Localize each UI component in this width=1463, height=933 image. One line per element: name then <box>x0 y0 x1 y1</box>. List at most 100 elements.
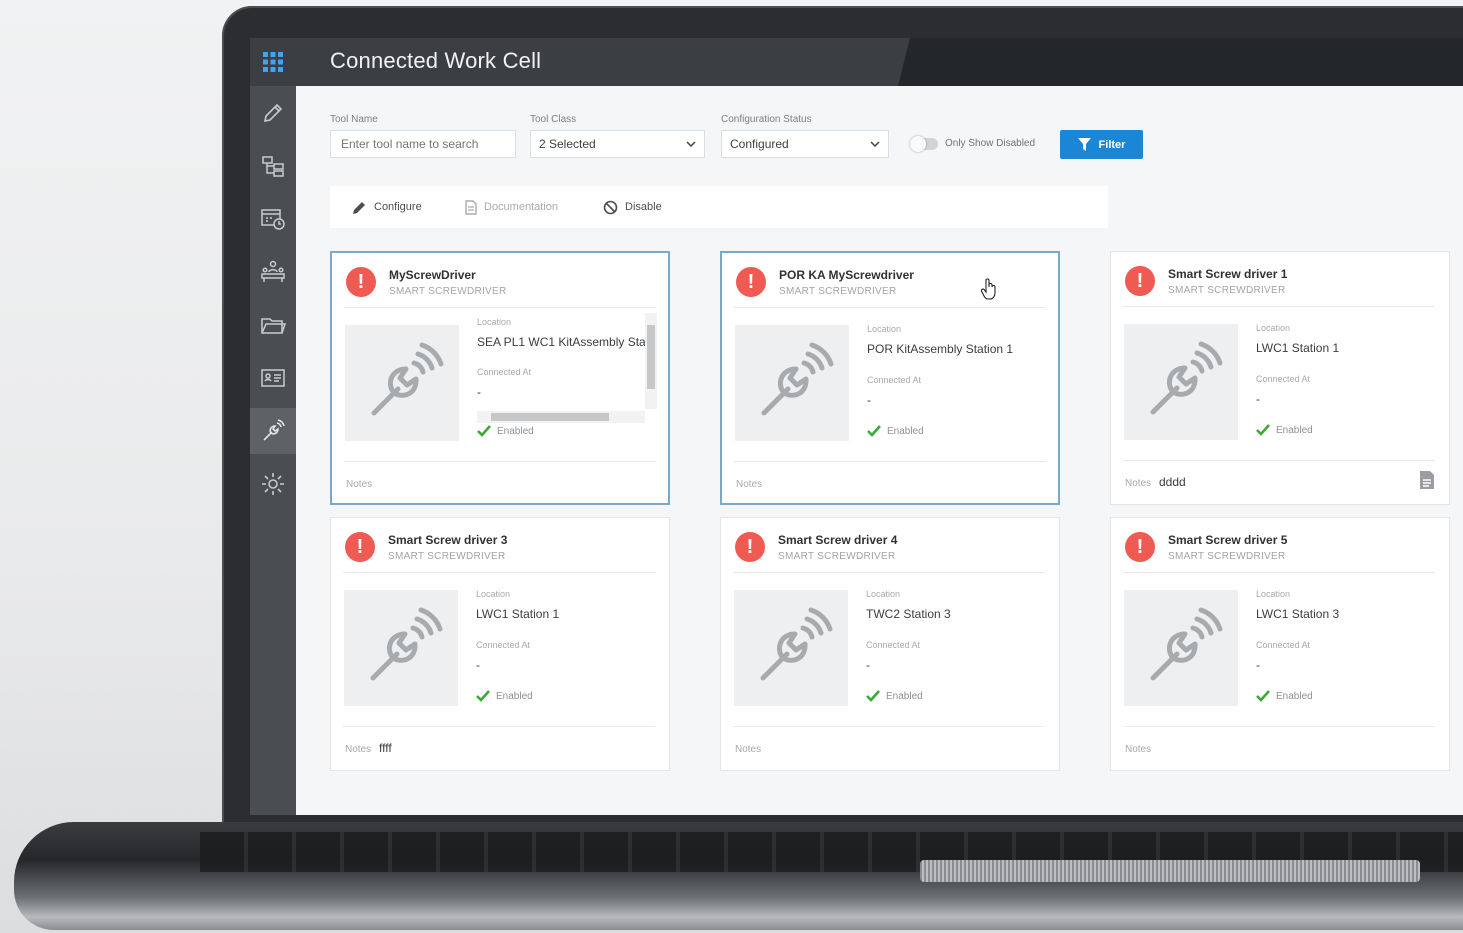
smart-tool-icon <box>263 419 285 441</box>
tool-card[interactable]: ! Smart Screw driver 4 SMART SCREWDRIVER Lo… <box>720 517 1060 771</box>
tool-class-value: 2 Selected <box>539 137 596 151</box>
check-icon <box>1256 690 1270 702</box>
top-bar: Connected Work Cell <box>250 38 1463 86</box>
notes-label: Notes <box>345 744 372 755</box>
smart-tool-image <box>345 325 459 441</box>
card-divider <box>344 461 656 462</box>
tool-name: POR KA MyScrewdriver <box>779 268 914 282</box>
enabled-label: Enabled <box>1276 690 1313 702</box>
tool-name-label: Tool Name <box>330 114 378 125</box>
tool-name: Smart Screw driver 1 <box>1168 267 1288 281</box>
connected-at-value: - <box>866 658 870 672</box>
sidebar-item-edit[interactable] <box>250 90 296 136</box>
notes-label: Notes <box>346 479 373 490</box>
notes-value: ffff <box>379 741 392 755</box>
alert-icon: ! <box>346 267 376 297</box>
card-divider <box>734 307 1046 308</box>
location-value: TWC2 Station 3 <box>866 607 951 621</box>
card-divider <box>733 726 1045 727</box>
tool-class-select[interactable]: 2 Selected <box>530 130 705 158</box>
location-value: LWC1 Station 1 <box>1256 341 1340 355</box>
location-label: Location <box>1256 323 1291 333</box>
laptop-speaker-grille <box>920 860 1420 882</box>
tool-type: SMART SCREWDRIVER <box>389 286 507 297</box>
sidebar-item-id-card[interactable] <box>250 355 296 401</box>
notes-label: Notes <box>1125 478 1152 489</box>
tool-type: SMART SCREWDRIVER <box>388 551 506 562</box>
card-divider <box>343 726 655 727</box>
app-launcher-icon[interactable] <box>250 38 296 86</box>
sidebar-item-hierarchy[interactable] <box>250 143 296 189</box>
configure-action[interactable]: Configure <box>352 186 422 228</box>
horizontal-scrollbar[interactable] <box>477 411 645 423</box>
filter-icon <box>1077 138 1091 151</box>
card-divider <box>343 572 655 573</box>
enabled-status: Enabled <box>477 425 534 437</box>
connected-at-label: Connected At <box>477 367 532 377</box>
filter-button[interactable]: Filter <box>1060 130 1143 159</box>
card-divider <box>1123 306 1435 307</box>
location-value: LWC1 Station 1 <box>476 607 560 621</box>
check-icon <box>867 425 881 437</box>
location-value: LWC1 Station 3 <box>1256 607 1340 621</box>
location-label: Location <box>867 324 902 334</box>
sidebar-item-workstation[interactable] <box>250 249 296 295</box>
tool-card[interactable]: ! Smart Screw driver 1 SMART SCREWDRIVER Lo… <box>1110 251 1450 505</box>
sidebar-item-schedule[interactable] <box>250 196 296 242</box>
location-label: Location <box>1256 589 1291 599</box>
notes-value: dddd <box>1159 475 1186 489</box>
disable-action[interactable]: Disable <box>603 186 662 228</box>
only-show-disabled-toggle[interactable] <box>910 136 938 152</box>
connected-at-value: - <box>476 658 480 672</box>
enabled-status: Enabled <box>867 425 924 437</box>
tool-name-input[interactable] <box>330 130 516 158</box>
scrollbar-thumb[interactable] <box>647 325 655 389</box>
card-divider <box>734 461 1046 462</box>
smart-tool-image <box>1124 324 1238 440</box>
sidebar-item-folder[interactable] <box>250 302 296 348</box>
folder-icon <box>261 318 286 334</box>
location-label: Location <box>866 589 901 599</box>
enabled-status: Enabled <box>1256 424 1313 436</box>
tool-type: SMART SCREWDRIVER <box>1168 285 1286 296</box>
alert-icon: ! <box>1125 532 1155 562</box>
enabled-status: Enabled <box>476 690 533 702</box>
tool-class-label: Tool Class <box>530 114 577 125</box>
tool-card[interactable]: ! Smart Screw driver 5 SMART SCREWDRIVER Lo… <box>1110 517 1450 771</box>
check-icon <box>1256 424 1270 436</box>
alert-icon: ! <box>736 267 766 297</box>
block-icon <box>603 200 618 214</box>
alert-icon: ! <box>735 532 765 562</box>
sidebar-item-smart-tools[interactable] <box>250 408 296 454</box>
filter-button-label: Filter <box>1098 138 1126 151</box>
tool-card[interactable]: ! MyScrewDriver SMART SCREWDRIVER Location S… <box>330 251 670 505</box>
config-status-label: Configuration Status <box>721 114 812 125</box>
connected-at-value: - <box>1256 392 1260 406</box>
config-status-value: Configured <box>730 137 789 151</box>
sidebar <box>250 86 296 815</box>
tool-card[interactable]: ! Smart Screw driver 3 SMART SCREWDRIVER Lo… <box>330 517 670 771</box>
tool-name: Smart Screw driver 4 <box>778 533 898 547</box>
disable-label: Disable <box>625 201 662 213</box>
scrollbar-thumb[interactable] <box>491 413 609 421</box>
sidebar-item-settings[interactable] <box>250 461 296 507</box>
smart-tool-image <box>1124 590 1238 706</box>
config-status-select[interactable]: Configured <box>721 130 889 158</box>
tool-card[interactable]: ! POR KA MyScrewdriver SMART SCREWDRIVER Lo… <box>720 251 1060 505</box>
pencil-icon <box>353 201 365 214</box>
card-detail-scroll-area[interactable]: Location SEA PL1 WC1 KitAssembly Stat Conn… <box>477 313 647 411</box>
app-screen: Connected Work Cell Tool Name Tool Clas <box>250 38 1463 815</box>
enabled-label: Enabled <box>496 690 533 702</box>
tool-type: SMART SCREWDRIVER <box>779 286 897 297</box>
connected-at-label: Connected At <box>867 375 922 385</box>
enabled-label: Enabled <box>497 425 534 437</box>
enabled-status: Enabled <box>1256 690 1313 702</box>
check-icon <box>476 690 490 702</box>
hierarchy-icon <box>262 156 284 177</box>
documentation-action[interactable]: Documentation <box>465 186 558 228</box>
document-icon[interactable] <box>1419 470 1435 495</box>
app-title: Connected Work Cell <box>330 48 542 73</box>
pencil-icon <box>263 103 283 123</box>
vertical-scrollbar[interactable] <box>645 313 657 409</box>
smart-tool-image <box>344 590 458 706</box>
